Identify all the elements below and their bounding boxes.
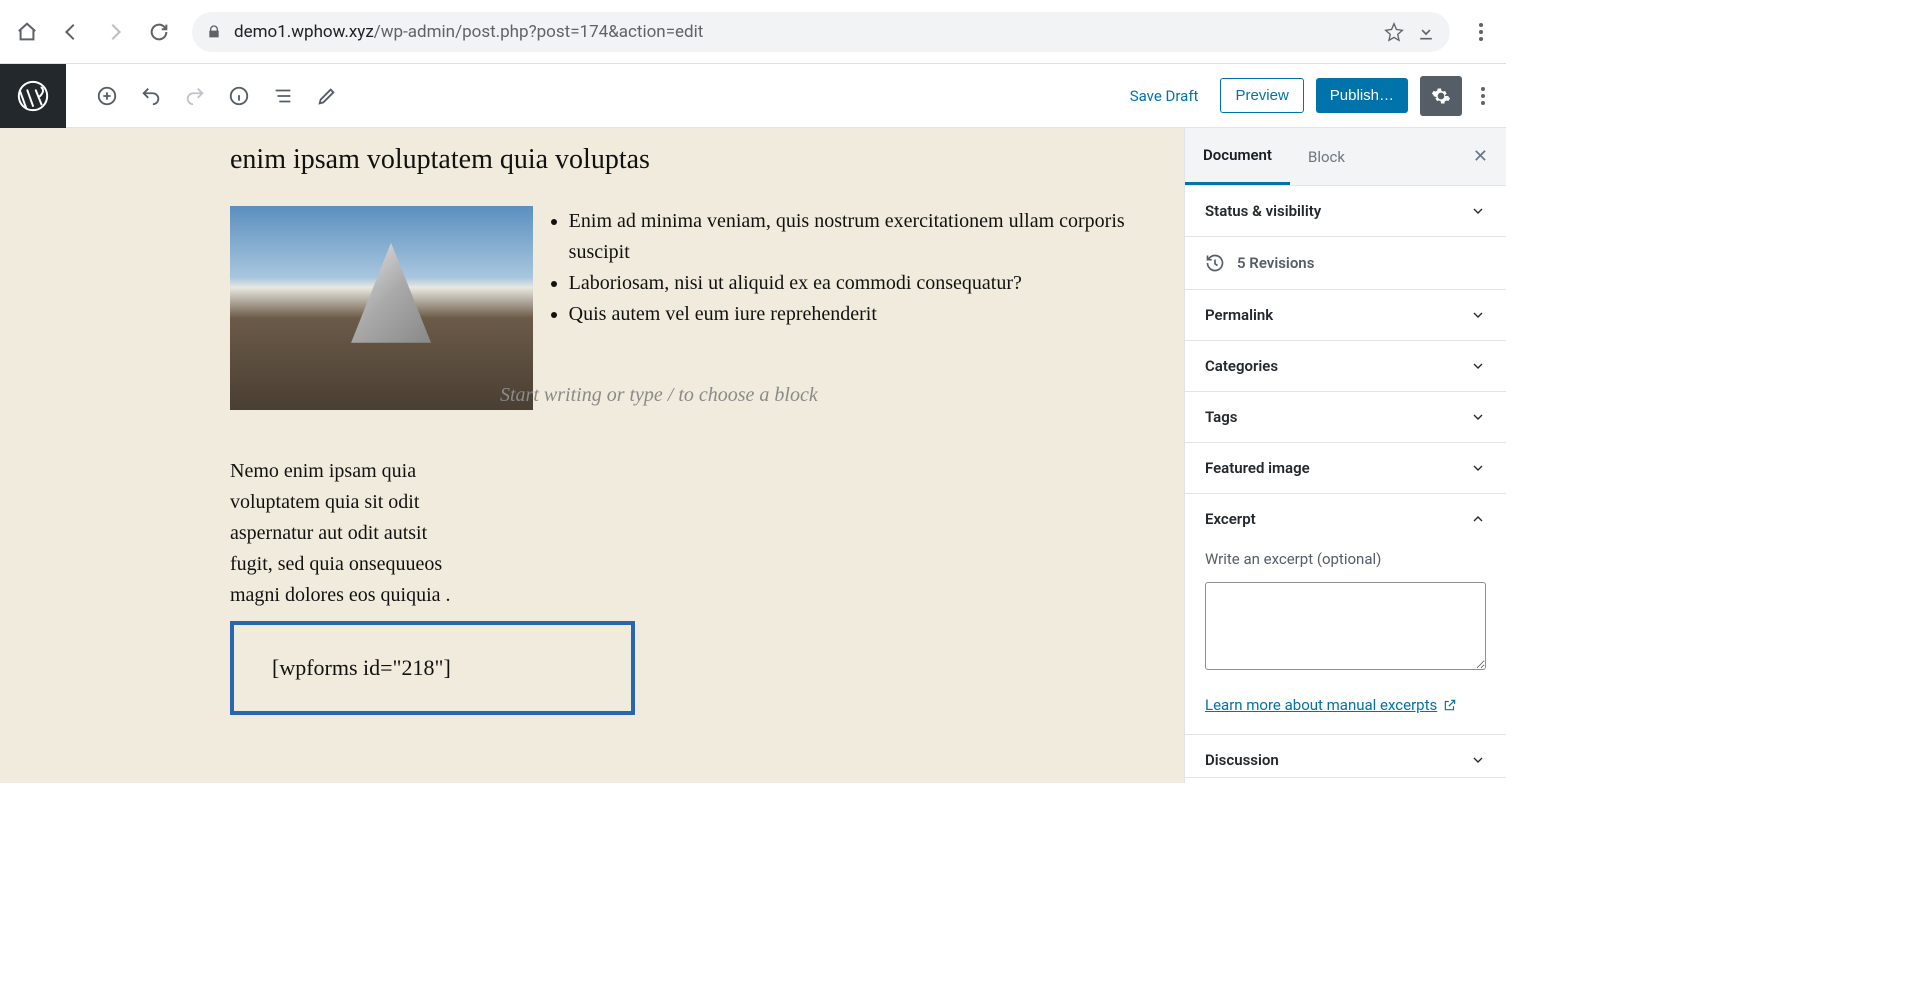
image-block[interactable] [230,206,533,410]
revisions-button[interactable]: 5 Revisions [1185,237,1506,289]
excerpt-label: Write an excerpt (optional) [1205,550,1486,568]
editor-canvas[interactable]: enim ipsam voluptatem quia voluptas Enim… [0,128,1184,783]
paragraph-block[interactable]: Nemo enim ipsam quia voluptatem quia sit… [230,456,460,611]
block-placeholder[interactable]: Start writing or type / to choose a bloc… [500,384,818,407]
settings-icon[interactable] [1420,76,1462,116]
list-item[interactable]: Laboriosam, nisi ut aliquid ex ea commod… [569,268,1184,299]
close-sidebar-icon[interactable]: ✕ [1455,146,1506,167]
tab-document[interactable]: Document [1185,128,1290,185]
chevron-down-icon [1470,307,1486,323]
history-icon [1205,253,1225,273]
excerpt-textarea[interactable] [1205,582,1486,670]
list-item[interactable]: Enim ad minima veniam, quis nostrum exer… [569,206,1184,268]
undo-icon[interactable] [140,85,162,107]
chevron-down-icon [1470,409,1486,425]
more-menu-icon[interactable] [1474,87,1492,105]
save-draft-button[interactable]: Save Draft [1120,79,1209,113]
browser-menu-icon[interactable] [1472,23,1490,41]
panel-featured-image[interactable]: Featured image [1185,443,1506,493]
heading-block[interactable]: enim ipsam voluptatem quia voluptas [230,144,1184,176]
tab-block[interactable]: Block [1290,128,1363,185]
star-icon[interactable] [1384,22,1404,42]
settings-sidebar: Document Block ✕ Status & visibility 5 R… [1184,128,1506,783]
address-bar[interactable]: demo1.wphow.xyz/wp-admin/post.php?post=1… [192,12,1450,52]
chevron-up-icon [1470,511,1486,527]
lock-icon [206,24,222,40]
preview-button[interactable]: Preview [1220,78,1303,113]
back-icon[interactable] [60,21,82,43]
panel-discussion[interactable]: Discussion [1185,735,1506,777]
forward-icon [104,21,126,43]
redo-icon [184,85,206,107]
outline-icon[interactable] [272,85,294,107]
shortcode-block[interactable]: [wpforms id="218"] [230,621,635,715]
list-block[interactable]: Enim ad minima veniam, quis nostrum exer… [551,206,1184,330]
home-icon[interactable] [16,21,38,43]
download-icon[interactable] [1416,22,1436,42]
panel-permalink[interactable]: Permalink [1185,290,1506,340]
chevron-down-icon [1470,203,1486,219]
external-link-icon [1443,698,1457,712]
panel-excerpt[interactable]: Excerpt [1185,494,1506,544]
browser-toolbar: demo1.wphow.xyz/wp-admin/post.php?post=1… [0,0,1506,64]
chevron-down-icon [1470,752,1486,768]
edit-icon[interactable] [316,85,338,107]
excerpt-learn-more-link[interactable]: Learn more about manual excerpts [1205,696,1486,714]
panel-status-visibility[interactable]: Status & visibility [1185,186,1506,236]
chevron-down-icon [1470,358,1486,374]
info-icon[interactable] [228,85,250,107]
reload-icon[interactable] [148,21,170,43]
panel-tags[interactable]: Tags [1185,392,1506,442]
wordpress-logo-icon[interactable] [0,64,66,128]
add-block-icon[interactable] [96,85,118,107]
chevron-down-icon [1470,460,1486,476]
list-item[interactable]: Quis autem vel eum iure reprehenderit [569,299,1184,330]
panel-categories[interactable]: Categories [1185,341,1506,391]
url-text: demo1.wphow.xyz/wp-admin/post.php?post=1… [234,22,1372,42]
wp-toolbar: Save Draft Preview Publish… [0,64,1506,128]
publish-button[interactable]: Publish… [1316,78,1408,113]
